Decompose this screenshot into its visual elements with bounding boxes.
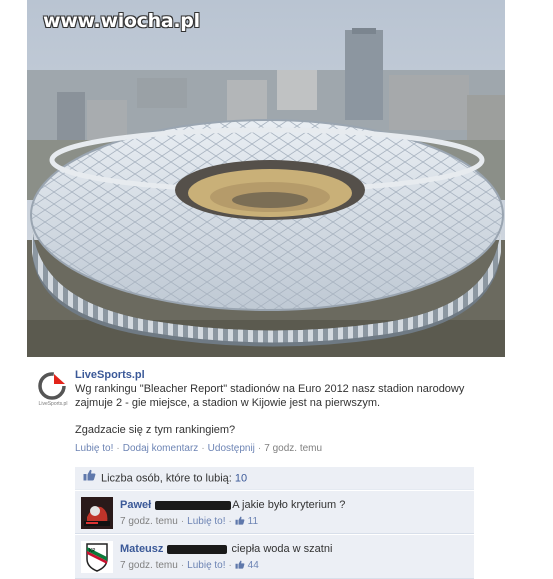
post-text: Wg rankingu "Bleacher Report" stadionów … (75, 383, 465, 409)
thumbs-up-icon (83, 467, 96, 490)
add-comment-link[interactable]: Dodaj komentarz (123, 443, 199, 454)
avatar-caption: LiveSports.pl (38, 401, 68, 407)
post-question: Zgadzacie się z tym rankingiem? (75, 424, 236, 436)
watermark-text: www.wiocha.pl (43, 10, 200, 32)
likes-bar: Liczba osób, które to lubią: 10 (75, 467, 474, 490)
comment-text: A jakie było kryterium ? (232, 499, 346, 511)
comment-like-count: 44 (247, 560, 259, 571)
comment-timestamp[interactable]: 7 godz. temu (120, 560, 178, 571)
avatar[interactable]: KP (81, 541, 113, 573)
comment-like-link[interactable]: Lubię to! (187, 516, 225, 527)
post-body: LiveSports.pl Wg rankingu "Bleacher Repo… (75, 368, 475, 455)
post-timestamp[interactable]: 7 godz. temu (264, 443, 322, 454)
share-link[interactable]: Udostępnij (208, 443, 255, 454)
comment-timestamp[interactable]: 7 godz. temu (120, 516, 178, 527)
comment-meta: 7 godz. temu · Lubię to! · 44 (120, 560, 259, 571)
comment-body: Mateusz ciepła woda w szatni 7 godz. tem… (120, 542, 470, 573)
comment-like-link[interactable]: Lubię to! (187, 560, 225, 571)
comment-text: ciepła woda w szatni (231, 543, 333, 555)
stadium-photo: www.wiocha.pl (27, 0, 505, 357)
page-name-link[interactable]: LiveSports.pl (75, 368, 475, 382)
likes-label: Liczba osób, które to lubią: (101, 472, 232, 485)
thumbs-up-icon (235, 560, 245, 573)
thumbs-up-icon (235, 516, 245, 529)
comment-author[interactable]: Paweł (120, 499, 151, 511)
comment: KP Mateusz ciepła woda w szatni 7 godz. … (75, 535, 474, 579)
stadium-image (27, 0, 505, 357)
like-link[interactable]: Lubię to! (75, 443, 113, 454)
comment-body: Paweł A jakie było kryterium ? 7 godz. t… (120, 498, 470, 529)
censor-bar (167, 544, 228, 554)
comment: Paweł A jakie było kryterium ? 7 godz. t… (75, 491, 474, 534)
comment-like-count: 11 (247, 516, 259, 527)
comment-meta: 7 godz. temu · Lubię to! · 11 (120, 516, 259, 527)
avatar[interactable] (81, 497, 113, 529)
censor-bar (155, 500, 232, 510)
livesports-logo-icon[interactable] (37, 370, 69, 402)
comment-likes[interactable]: 11 (235, 516, 258, 527)
comment-author[interactable]: Mateusz (120, 543, 163, 555)
svg-text:KP: KP (89, 548, 95, 554)
likes-count[interactable]: 10 (235, 472, 247, 484)
comment-likes[interactable]: 44 (235, 560, 259, 571)
post-actions: Lubię to! · Dodaj komentarz · Udostępnij · 7 g… (75, 443, 323, 454)
